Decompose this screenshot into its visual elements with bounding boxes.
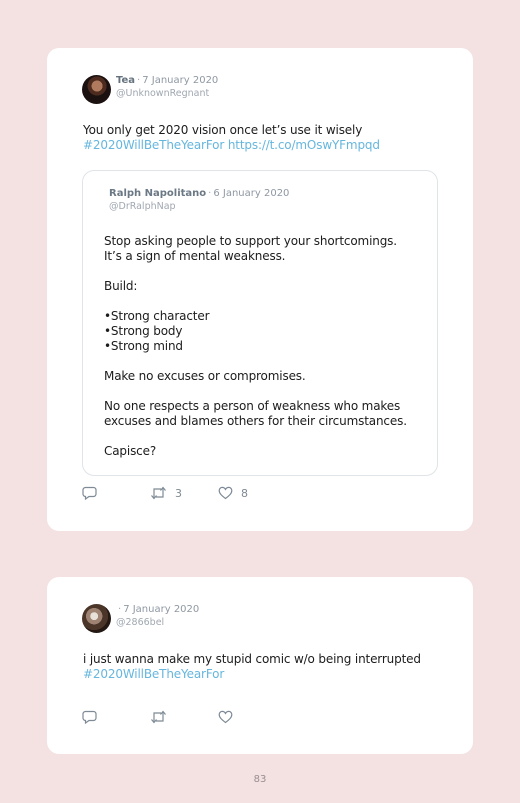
quote-line	[104, 264, 424, 279]
quote-header: Ralph Napolitano · 6 January 2020 @DrRalph…	[109, 188, 289, 212]
author-handle[interactable]: @2866bel	[116, 617, 199, 628]
heart-icon	[218, 486, 233, 500]
quote-line	[104, 384, 424, 399]
tweet-card: Tea · 7 January 2020 @UnknownRegnant You o…	[47, 48, 473, 531]
quote-line: No one respects a person of weakness who…	[104, 399, 401, 413]
tweet-text: You only get 2020 vision once let’s use …	[83, 123, 443, 153]
heart-icon	[218, 710, 233, 724]
tweet-actions	[82, 709, 278, 725]
tweet-text-line: You only get 2020 vision once let’s use …	[83, 123, 363, 137]
quote-author-handle[interactable]: @DrRalphNap	[109, 201, 289, 212]
quote-line	[104, 354, 424, 369]
quoted-tweet[interactable]: Ralph Napolitano · 6 January 2020 @DrRalph…	[82, 170, 438, 476]
author-handle[interactable]: @UnknownRegnant	[116, 88, 218, 99]
like-button[interactable]: 8	[218, 486, 278, 500]
retweet-icon	[151, 486, 166, 500]
tweet-date: 7 January 2020	[142, 75, 219, 86]
reply-button[interactable]	[82, 486, 150, 500]
reply-icon	[82, 486, 97, 500]
tweet-text-line: i just wanna make my stupid comic w/o be…	[83, 652, 421, 666]
quote-date: 6 January 2020	[213, 188, 290, 199]
tweet-text: i just wanna make my stupid comic w/o be…	[83, 652, 443, 682]
like-count: 8	[241, 486, 248, 500]
quote-line: Build:	[104, 279, 138, 293]
tweet-actions: 3 8	[82, 485, 278, 501]
tweet-header: Tea · 7 January 2020 @UnknownRegnant	[82, 75, 218, 104]
quote-line: Stop asking people to support your short…	[104, 234, 397, 248]
quote-line: •Strong body	[104, 324, 183, 338]
retweet-button[interactable]: 3	[150, 486, 218, 500]
retweet-count: 3	[175, 486, 182, 500]
retweet-icon	[151, 710, 166, 724]
retweet-button[interactable]	[150, 710, 218, 724]
url-link[interactable]: https://t.co/mOswYFmpqd	[228, 138, 380, 152]
author-name[interactable]: Tea	[116, 75, 135, 86]
tweet-date: 7 January 2020	[123, 604, 200, 615]
separator-dot: ·	[137, 75, 141, 86]
reply-button[interactable]	[82, 710, 150, 724]
quote-line	[104, 294, 424, 309]
quote-line	[104, 429, 424, 444]
quote-line: Make no excuses or compromises.	[104, 369, 306, 383]
page-number: 83	[253, 774, 267, 785]
tweet-header: · 7 January 2020 @2866bel	[82, 604, 199, 633]
quote-line: •Strong character	[104, 309, 210, 323]
separator-dot: ·	[118, 604, 122, 615]
quote-line: Capisce?	[104, 444, 157, 458]
quote-line: It’s a sign of mental weakness.	[104, 249, 286, 263]
quote-author-name[interactable]: Ralph Napolitano	[109, 188, 206, 199]
tweet-card: · 7 January 2020 @2866bel i just wanna ma…	[47, 577, 473, 754]
tweet-meta: Tea · 7 January 2020 @UnknownRegnant	[116, 75, 218, 99]
like-button[interactable]	[218, 710, 278, 724]
avatar[interactable]	[82, 604, 111, 633]
quote-line: excuses and blames others for their circ…	[104, 414, 407, 428]
reply-icon	[82, 710, 97, 724]
quote-line: •Strong mind	[104, 339, 183, 353]
tweet-meta: · 7 January 2020 @2866bel	[116, 604, 199, 628]
separator-dot: ·	[208, 188, 212, 199]
quote-body: Stop asking people to support your short…	[104, 234, 424, 459]
hashtag-link[interactable]: #2020WillBeTheYearFor	[83, 667, 224, 681]
avatar[interactable]	[82, 75, 111, 104]
hashtag-link[interactable]: #2020WillBeTheYearFor	[83, 138, 224, 152]
